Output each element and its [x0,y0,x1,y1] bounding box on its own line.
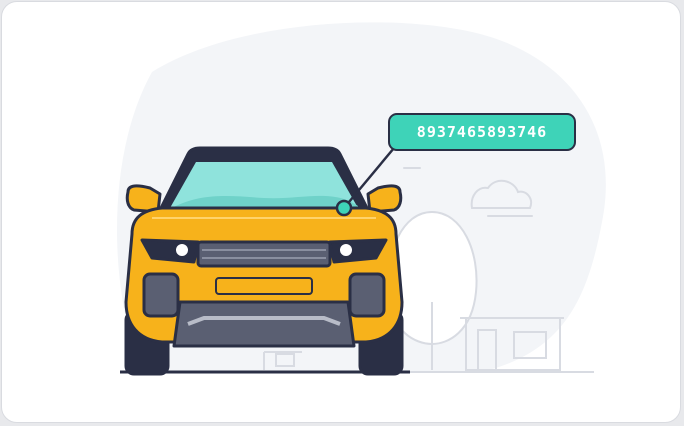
vin-illustration [117,22,606,376]
vin-number-label: 8937465893746 [388,113,576,151]
illustration-card: 8937465893746 [1,1,681,423]
vin-location-dot [335,199,353,217]
